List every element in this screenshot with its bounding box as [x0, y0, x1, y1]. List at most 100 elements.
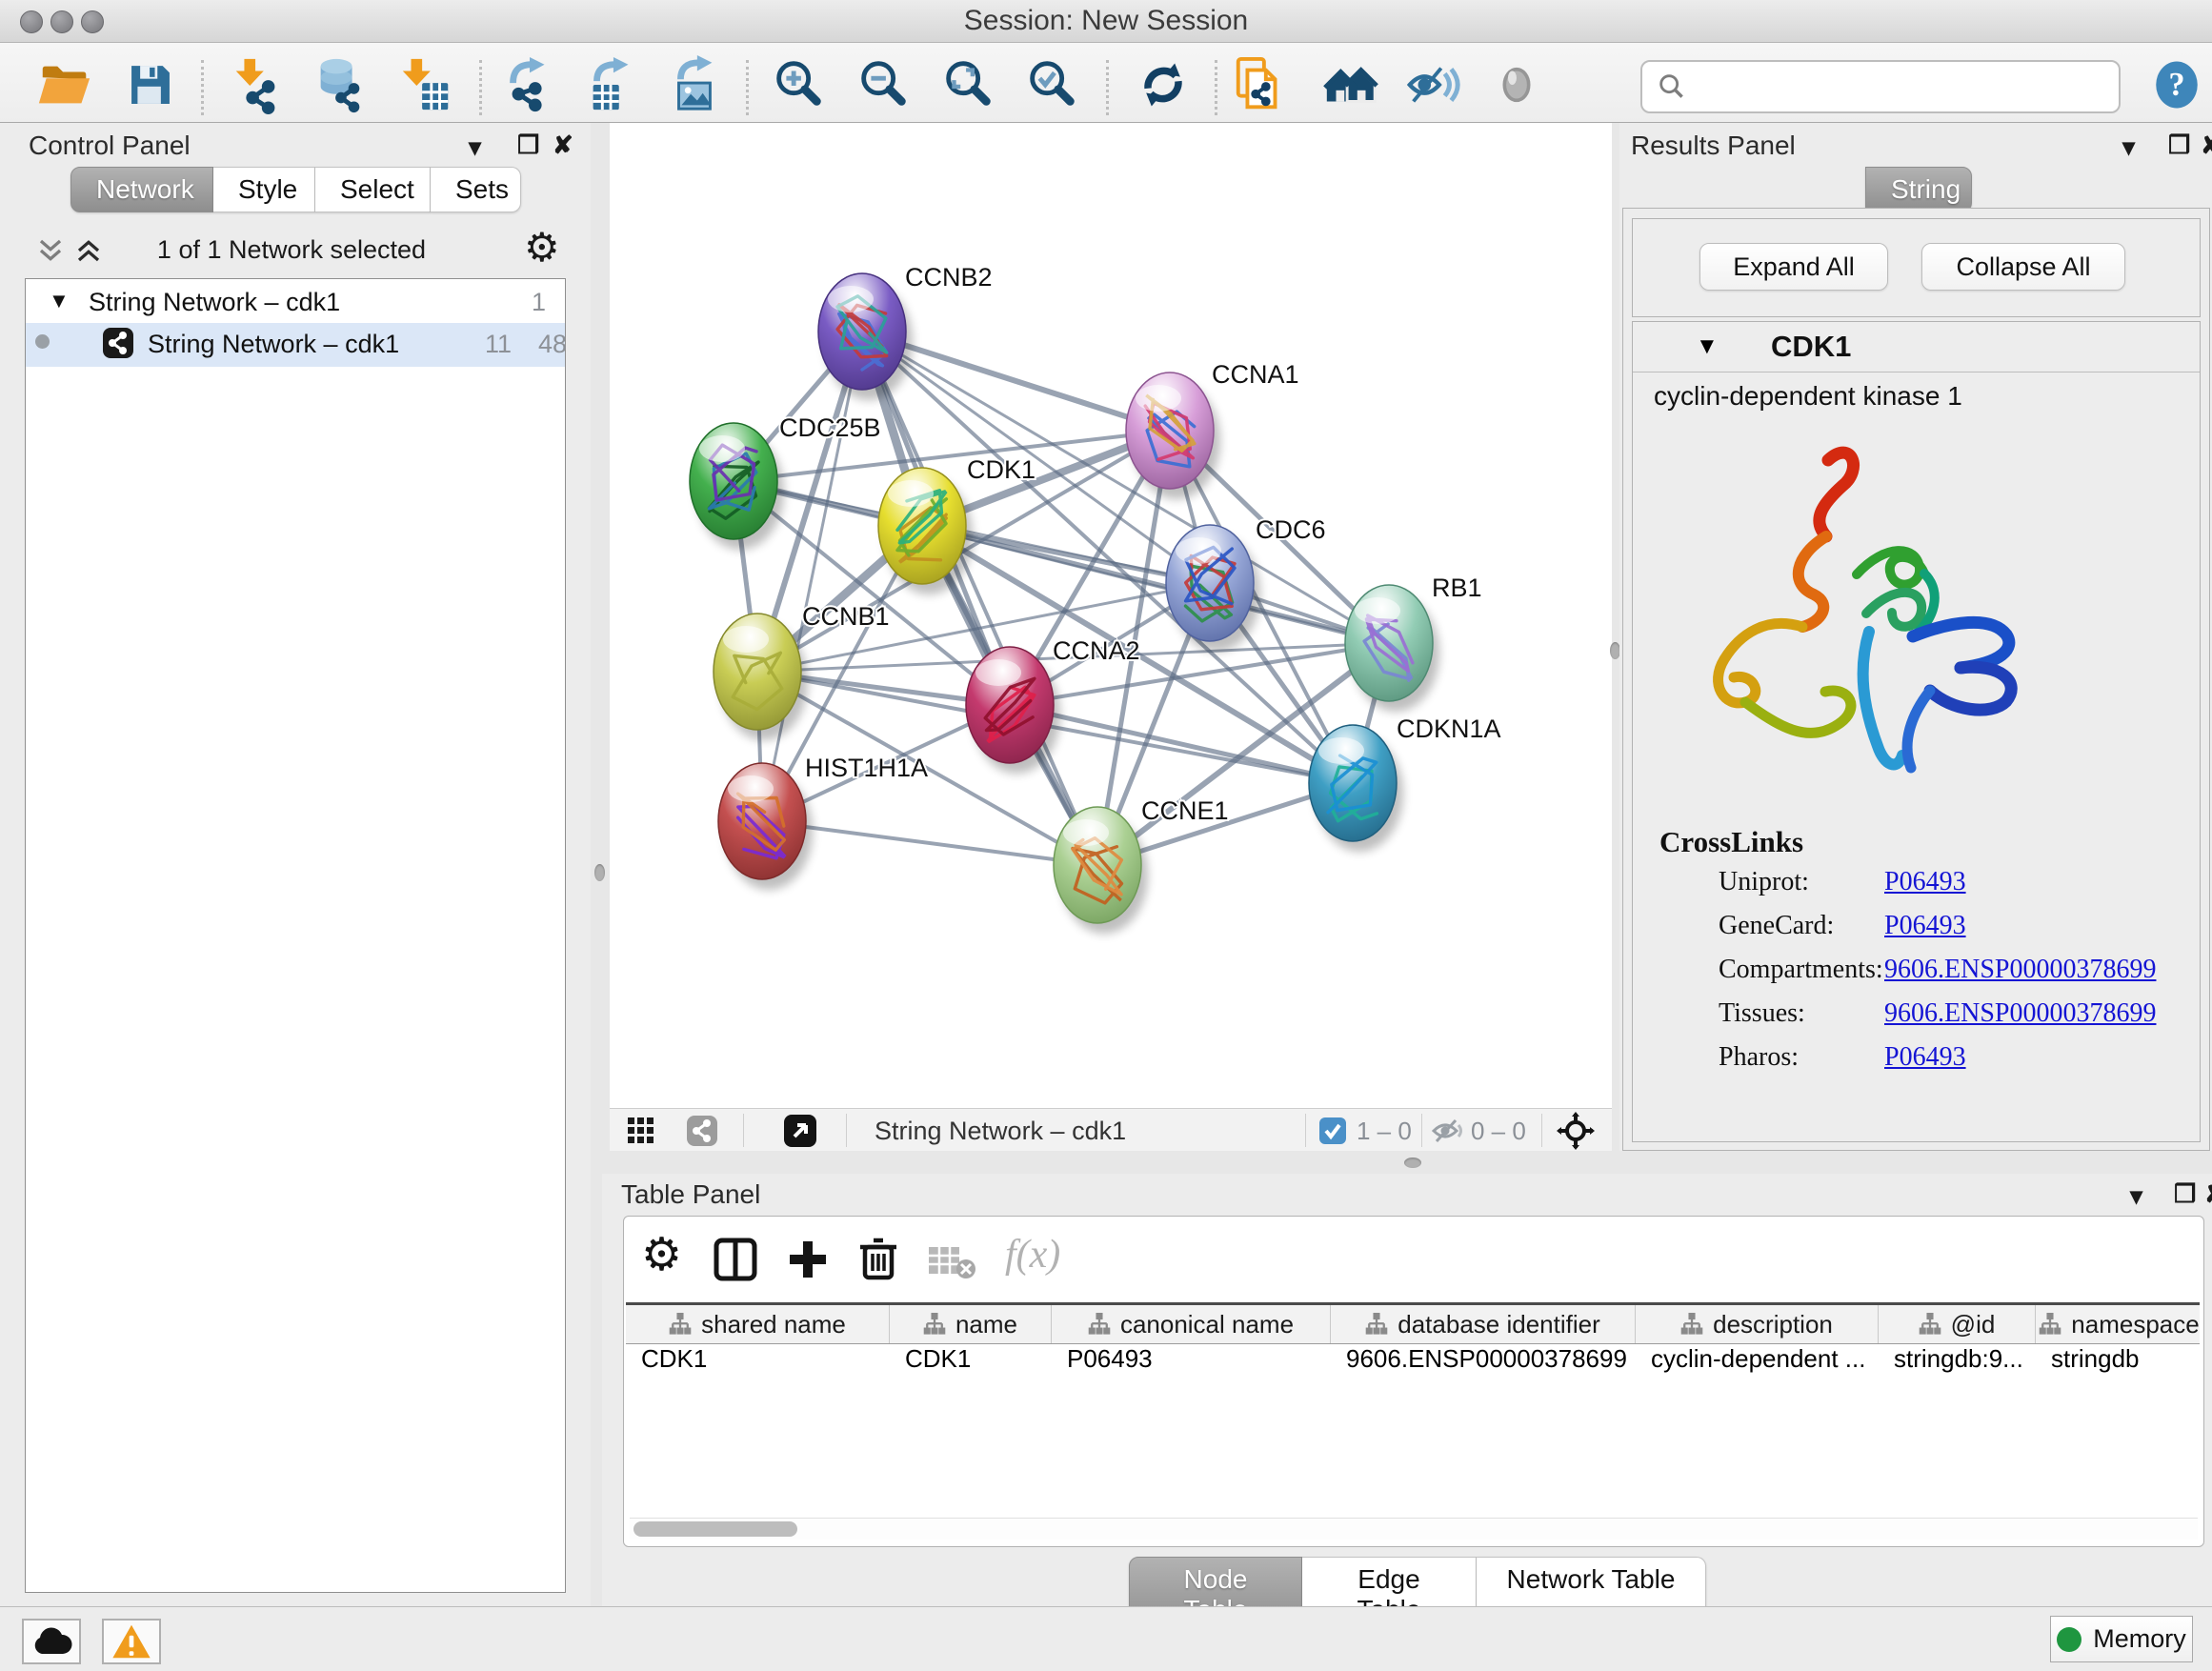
zoom-selected-button[interactable]: [1020, 53, 1083, 116]
network-canvas[interactable]: CCNB2 CCNA1 CDC25B CDK1 CDC6 RB1 CCNB1: [610, 123, 1612, 1108]
zoom-in-button[interactable]: [767, 53, 830, 116]
table-cell[interactable]: stringdb:9...: [1879, 1344, 2036, 1382]
crosshair-icon[interactable]: [1557, 1112, 1595, 1150]
tab-style[interactable]: Style: [213, 167, 315, 212]
crosslink-link[interactable]: 9606.ENSP00000378699: [1884, 955, 2156, 985]
column-header-databaseidentifier[interactable]: database identifier: [1331, 1305, 1636, 1343]
crosslink-row: GeneCard: P06493: [1633, 911, 2200, 955]
import-network-file-button[interactable]: [226, 53, 289, 116]
column-header-sharedname[interactable]: shared name: [626, 1305, 890, 1343]
network-node-ccne1[interactable]: CCNE1: [1054, 796, 1229, 934]
delete-table-icon[interactable]: [927, 1243, 976, 1279]
panel-close-icon[interactable]: ✘: [2201, 131, 2212, 160]
grid-view-icon[interactable]: [627, 1117, 655, 1145]
show-graphics-details-button[interactable]: [1485, 53, 1548, 116]
network-collection-row[interactable]: ▼ String Network – cdk1 1: [26, 285, 565, 323]
collapse-all-button[interactable]: Collapse All: [1921, 243, 2125, 291]
tab-select[interactable]: Select: [315, 167, 431, 212]
panel-close-icon[interactable]: ✘: [553, 131, 573, 160]
expand-all-icon[interactable]: [74, 237, 103, 264]
column-header-id[interactable]: @id: [1879, 1305, 2036, 1343]
table-cell[interactable]: stringdb: [2036, 1344, 2203, 1382]
network-node-ccna1[interactable]: CCNA1: [1126, 360, 1299, 499]
tab-sets[interactable]: Sets: [431, 167, 521, 212]
table-cell[interactable]: 9606.ENSP00000378699: [1331, 1344, 1636, 1382]
network-node-cdc25b[interactable]: CDC25B: [690, 413, 881, 550]
function-builder-icon[interactable]: f(x): [1005, 1232, 1060, 1278]
network-node-cdc6[interactable]: CDC6: [1166, 515, 1326, 652]
gene-entry-header[interactable]: ▼ CDK1: [1633, 322, 2200, 372]
home-button[interactable]: [1319, 53, 1382, 116]
network-selection-status: 1 of 1 Network selected: [111, 235, 473, 265]
delete-column-trash-icon[interactable]: [856, 1236, 900, 1281]
column-header-name[interactable]: name: [890, 1305, 1052, 1343]
network-edge[interactable]: [862, 332, 1097, 865]
panel-float-icon[interactable]: ❒: [517, 131, 539, 160]
tab-string[interactable]: String: [1865, 167, 1972, 212]
memory-button[interactable]: Memory: [2050, 1616, 2193, 1662]
import-table-file-button[interactable]: [394, 53, 457, 116]
network-edge[interactable]: [1010, 705, 1353, 783]
warnings-button[interactable]: [102, 1619, 161, 1664]
open-session-button[interactable]: [33, 53, 96, 116]
show-column-icon[interactable]: [714, 1238, 757, 1281]
network-node-ccnb1[interactable]: CCNB1: [714, 602, 890, 740]
splitter-handle-icon[interactable]: [594, 864, 605, 881]
panel-dropdown-icon[interactable]: ▾: [2130, 1181, 2142, 1211]
horizontal-scrollbar[interactable]: [630, 1518, 2198, 1540]
column-header-canonicalname[interactable]: canonical name: [1052, 1305, 1331, 1343]
import-network-database-button[interactable]: [308, 53, 371, 116]
zoom-fit-button[interactable]: [936, 53, 999, 116]
panel-dropdown-icon[interactable]: ▾: [2122, 132, 2135, 162]
network-edge[interactable]: [762, 332, 862, 821]
table-row[interactable]: CDK1CDK1P064939606.ENSP00000378699cyclin…: [626, 1344, 2200, 1382]
zoom-out-button[interactable]: [852, 53, 915, 116]
selected-checkbox-icon[interactable]: [1318, 1117, 1347, 1145]
crosslink-link[interactable]: 9606.ENSP00000378699: [1884, 998, 2156, 1029]
search-input[interactable]: [1696, 71, 2119, 103]
cloud-status-button[interactable]: [22, 1619, 81, 1664]
network-node-ccnb2[interactable]: CCNB2: [818, 263, 993, 400]
vertical-splitter-right[interactable]: [1612, 123, 1619, 1151]
table-cell[interactable]: cyclin-dependent ...: [1636, 1344, 1879, 1382]
birds-eye-view-icon[interactable]: [783, 1114, 817, 1148]
crosslink-link[interactable]: P06493: [1884, 911, 1966, 941]
network-node-rb1[interactable]: RB1: [1345, 574, 1482, 712]
horizontal-splitter[interactable]: [602, 1151, 2212, 1174]
export-image-button[interactable]: [662, 53, 725, 116]
export-network-button[interactable]: [498, 53, 561, 116]
panel-float-icon[interactable]: ❒: [2174, 1179, 2196, 1209]
share-clipboard-button[interactable]: [1229, 53, 1292, 116]
scrollbar-thumb[interactable]: [633, 1521, 797, 1537]
splitter-handle-icon[interactable]: [1404, 1158, 1421, 1168]
gear-icon[interactable]: ⚙: [524, 224, 560, 271]
expand-all-button[interactable]: Expand All: [1699, 243, 1888, 291]
column-header-namespace[interactable]: namespace: [2036, 1305, 2200, 1343]
panel-dropdown-icon[interactable]: ▾: [469, 132, 481, 162]
table-cell[interactable]: CDK1: [626, 1344, 890, 1382]
create-column-plus-icon[interactable]: [786, 1238, 830, 1281]
collapse-entry-icon[interactable]: ▼: [1696, 333, 1719, 360]
help-button[interactable]: ?: [2145, 53, 2208, 116]
network-graph[interactable]: CCNB2 CCNA1 CDC25B CDK1 CDC6 RB1 CCNB1: [610, 123, 1612, 1108]
table-cell[interactable]: P06493: [1052, 1344, 1331, 1382]
table-cell[interactable]: CDK1: [890, 1344, 1052, 1382]
panel-close-icon[interactable]: ✘: [2204, 1179, 2212, 1209]
network-node-cdkn1a[interactable]: CDKN1A: [1309, 715, 1501, 852]
collapse-all-icon[interactable]: [36, 237, 65, 264]
crosslink-link[interactable]: P06493: [1884, 1042, 1966, 1073]
tree-expand-icon[interactable]: ▼: [49, 289, 70, 313]
hidden-eye-icon[interactable]: [1431, 1117, 1463, 1145]
network-node-hist1h1a[interactable]: HIST1H1A: [718, 754, 928, 890]
crosslink-link[interactable]: P06493: [1884, 867, 1966, 897]
tab-network[interactable]: Network: [70, 167, 213, 212]
save-session-button[interactable]: [119, 53, 182, 116]
hide-unhide-button[interactable]: [1402, 53, 1465, 116]
export-table-button[interactable]: [580, 53, 643, 116]
refresh-button[interactable]: [1132, 53, 1195, 116]
network-row-selected[interactable]: String Network – cdk1 11 48: [26, 323, 565, 367]
network-share-gray-icon[interactable]: [686, 1115, 718, 1147]
column-header-description[interactable]: description: [1636, 1305, 1879, 1343]
panel-float-icon[interactable]: ❒: [2168, 131, 2190, 160]
table-settings-gear-icon[interactable]: ⚙: [641, 1228, 682, 1281]
